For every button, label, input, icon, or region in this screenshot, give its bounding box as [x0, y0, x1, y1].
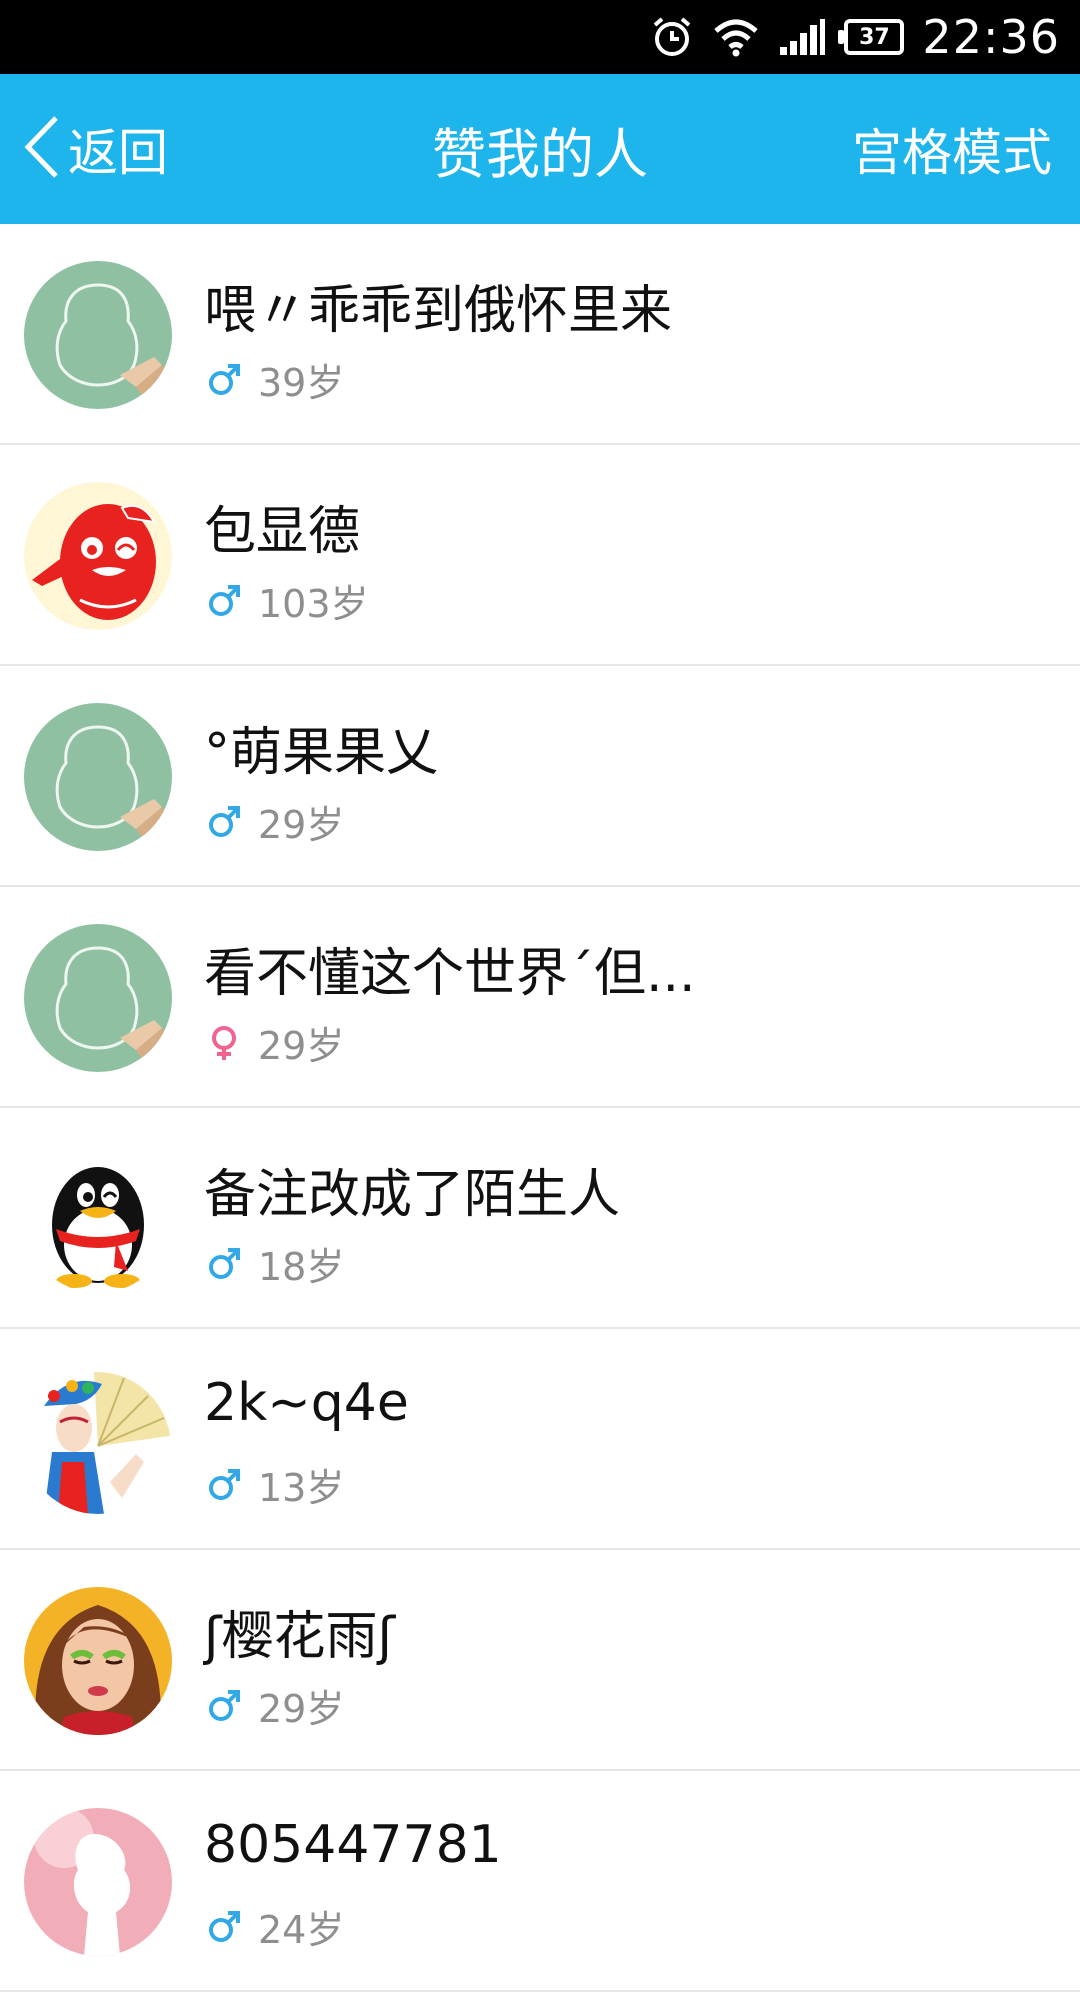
list-item[interactable]: 喂〃乖乖到俄怀里来 39岁: [0, 224, 1080, 445]
woman-avatar: [24, 1587, 172, 1735]
list-item[interactable]: 805447781 24岁: [0, 1771, 1080, 1992]
opera-avatar: [24, 1366, 172, 1514]
status-time: 22:36: [922, 10, 1060, 64]
battery-icon: 37: [838, 19, 905, 55]
user-meta: 18岁: [206, 1236, 344, 1291]
user-meta: 39岁: [206, 352, 344, 407]
list-item[interactable]: 看不懂这个世界ˊ但... 29岁: [0, 887, 1080, 1108]
user-meta: 29岁: [206, 794, 344, 849]
user-meta: 24岁: [206, 1899, 344, 1954]
male-icon: [206, 362, 242, 398]
list-item[interactable]: °萌果果乂 29岁: [0, 666, 1080, 887]
user-meta: 13岁: [206, 1457, 344, 1512]
user-list: 喂〃乖乖到俄怀里来 39岁 包显德 103岁 °萌果果乂 29岁 看不懂这个世界…: [0, 224, 1080, 1992]
male-icon: [206, 1246, 242, 1282]
male-icon: [206, 583, 242, 619]
status-bar: 37 22:36: [0, 0, 1080, 74]
battery-level: 37: [838, 19, 905, 55]
qq-penguin-avatar: [24, 1145, 172, 1293]
pink-avatar: [24, 1808, 172, 1956]
user-age: 29岁: [258, 1024, 345, 1068]
user-meta: 103岁: [206, 573, 369, 628]
male-icon: [206, 804, 242, 840]
user-age: 13岁: [258, 1466, 345, 1510]
status-bar-right: 37 22:36: [650, 0, 1060, 74]
user-age: 39岁: [258, 361, 345, 405]
user-name: 包显德: [204, 502, 361, 562]
user-age: 103岁: [258, 582, 369, 626]
alarm-icon: [650, 15, 694, 59]
user-name: °萌果果乂: [204, 723, 439, 783]
male-icon: [206, 1909, 242, 1945]
title-bar: 返回 赞我的人 宫格模式: [0, 74, 1080, 224]
user-age: 29岁: [258, 1687, 345, 1731]
user-name: ʃ樱花雨ʃ: [204, 1607, 395, 1667]
female-icon: [206, 1025, 242, 1061]
list-item[interactable]: 2k~q4e 13岁: [0, 1329, 1080, 1550]
grid-mode-button[interactable]: 宫格模式: [852, 74, 1052, 224]
male-icon: [206, 1688, 242, 1724]
user-name: 喂〃乖乖到俄怀里来: [204, 281, 673, 341]
user-meta: 29岁: [206, 1678, 344, 1733]
male-icon: [206, 1467, 242, 1503]
user-name: 看不懂这个世界ˊ但...: [204, 944, 696, 1004]
user-name: 805447781: [204, 1815, 502, 1875]
user-name: 备注改成了陌生人: [204, 1165, 621, 1225]
default-avatar: [24, 703, 172, 851]
default-avatar: [24, 261, 172, 409]
user-name: 2k~q4e: [204, 1373, 409, 1433]
user-age: 18岁: [258, 1245, 345, 1289]
default-avatar: [24, 924, 172, 1072]
user-meta: 29岁: [206, 1015, 344, 1070]
list-item[interactable]: 包显德 103岁: [0, 445, 1080, 666]
red-penguin-avatar: [24, 482, 172, 630]
user-age: 24岁: [258, 1908, 345, 1952]
wifi-icon: [712, 17, 760, 57]
signal-icon: [778, 17, 826, 57]
list-item[interactable]: 备注改成了陌生人 18岁: [0, 1108, 1080, 1329]
list-item[interactable]: ʃ樱花雨ʃ 29岁: [0, 1550, 1080, 1771]
user-age: 29岁: [258, 803, 345, 847]
